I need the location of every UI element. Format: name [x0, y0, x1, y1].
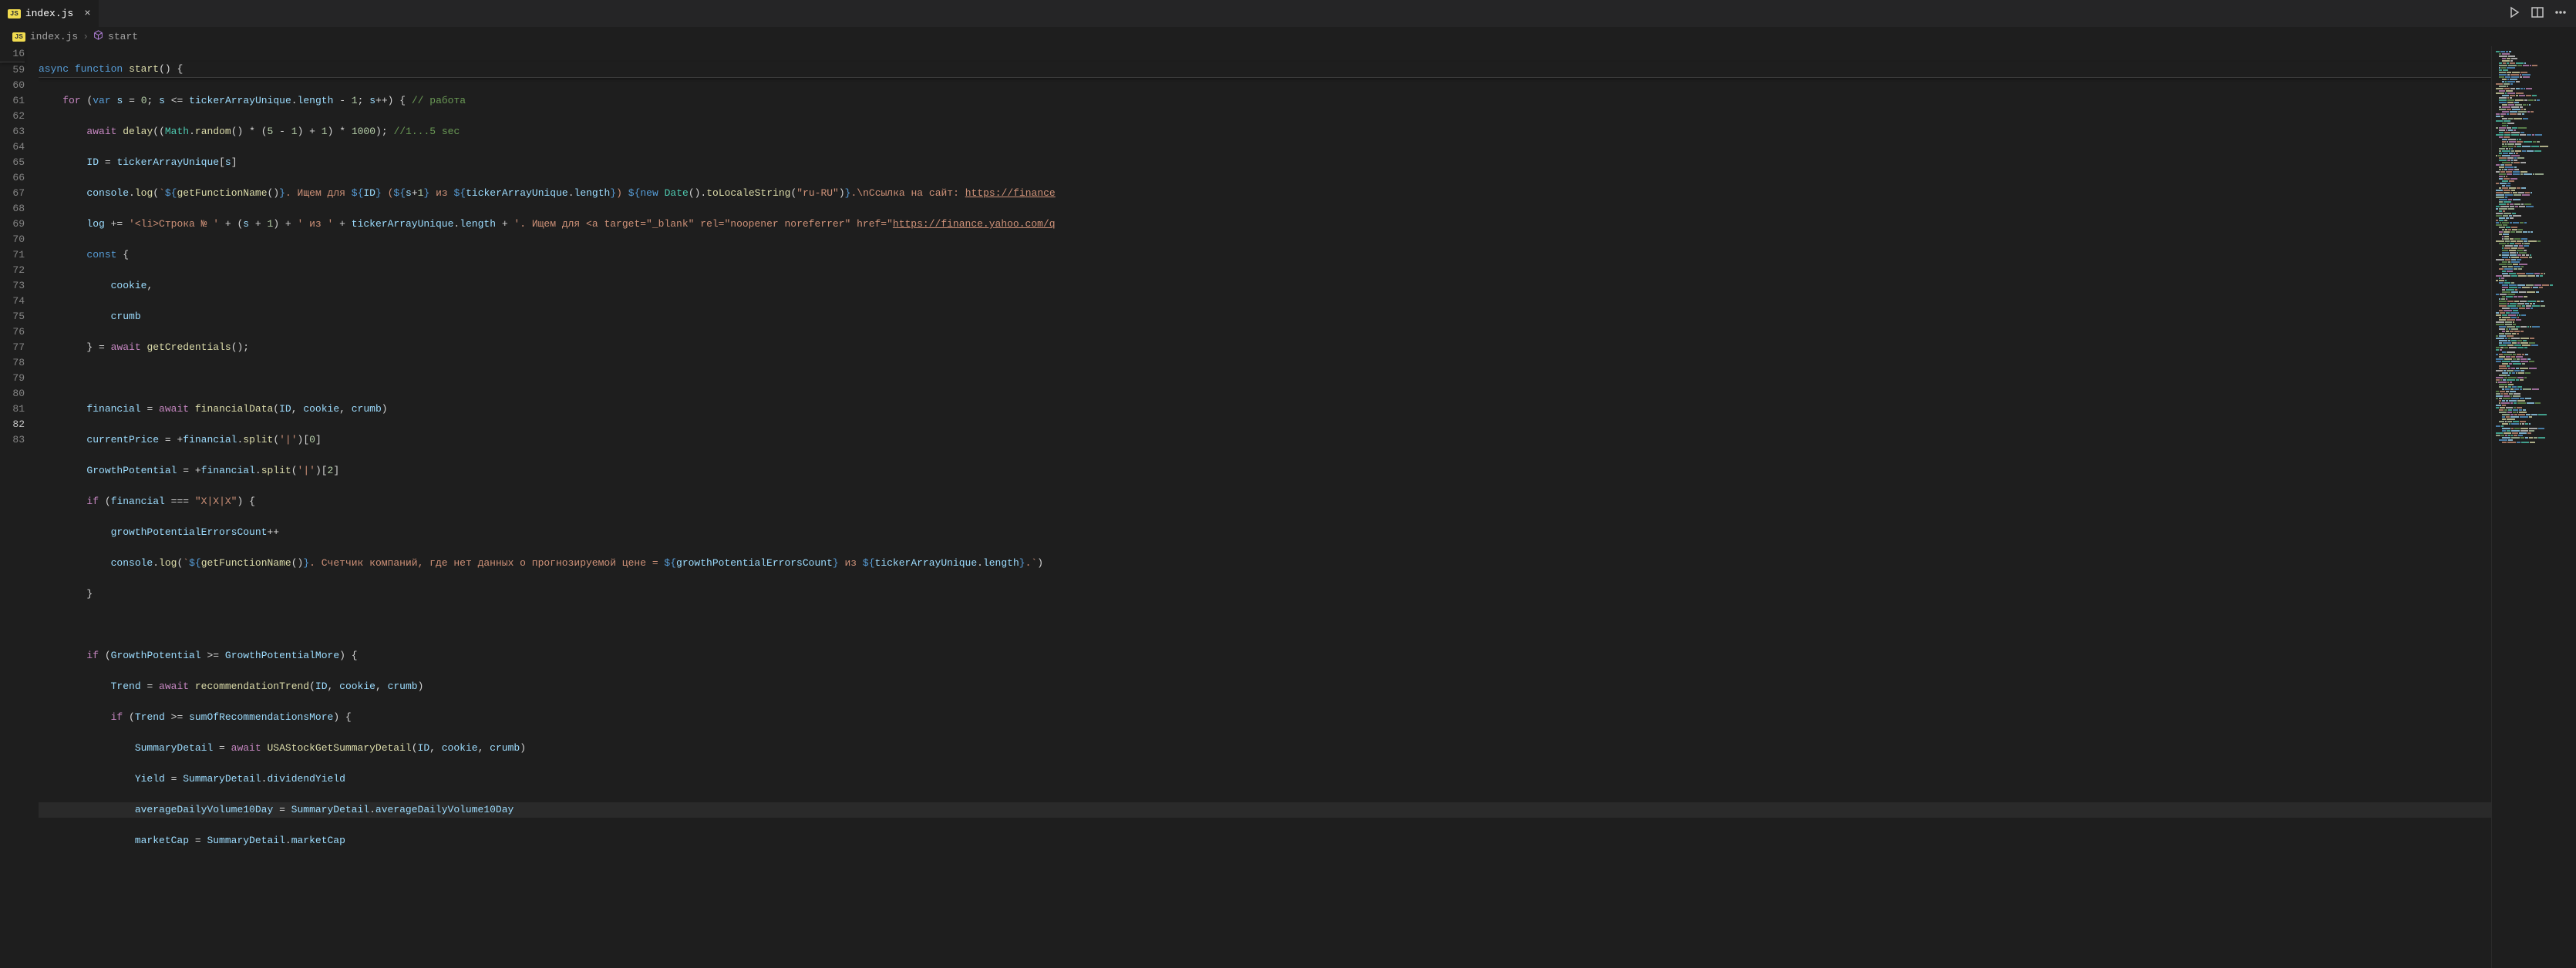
editor-actions: [2508, 6, 2576, 22]
code-line: if (Trend >= sumOfRecommendationsMore) {: [39, 710, 2491, 725]
breadcrumb-symbol[interactable]: start: [108, 31, 138, 42]
code-line: GrowthPotential = +financial.split('|')[…: [39, 463, 2491, 479]
code-line: const {: [39, 247, 2491, 263]
tab-label: index.js: [25, 8, 73, 19]
code-line: }: [39, 587, 2491, 602]
js-icon: JS: [12, 32, 25, 42]
code-line: [39, 371, 2491, 386]
code-line: crumb: [39, 309, 2491, 324]
code-line: } = await getCredentials();: [39, 340, 2491, 355]
code-line: if (financial === "X|X|X") {: [39, 494, 2491, 509]
close-icon[interactable]: ×: [84, 8, 90, 20]
code-line: [39, 617, 2491, 633]
code-line: log += '<li>Строка № ' + (s + 1) + ' из …: [39, 217, 2491, 232]
breadcrumb-file[interactable]: index.js: [30, 31, 78, 42]
js-icon: JS: [8, 9, 21, 18]
line-numbers: 16 596061 626364 656667 686970 717273 74…: [0, 46, 39, 968]
code-content[interactable]: async function start() { for (var s = 0;…: [39, 46, 2491, 968]
code-line: await delay((Math.random() * (5 - 1) + 1…: [39, 124, 2491, 139]
code-line: async function start() {: [39, 62, 2491, 77]
more-icon[interactable]: [2554, 6, 2567, 22]
code-line: marketCap = SummaryDetail.marketCap: [39, 833, 2491, 849]
symbol-icon: [93, 30, 103, 43]
code-line: SummaryDetail = await USAStockGetSummary…: [39, 741, 2491, 756]
tab-bar: JS index.js ×: [0, 0, 2576, 27]
code-line: Yield = SummaryDetail.dividendYield: [39, 771, 2491, 787]
code-line: currentPrice = +financial.split('|')[0]: [39, 432, 2491, 448]
code-line: console.log(`${getFunctionName()}. Ищем …: [39, 186, 2491, 201]
breadcrumb[interactable]: JS index.js › start: [0, 27, 2576, 46]
run-icon[interactable]: [2508, 6, 2520, 22]
code-line: if (GrowthPotential >= GrowthPotentialMo…: [39, 648, 2491, 664]
code-line: cookie,: [39, 278, 2491, 294]
code-line: averageDailyVolume10Day = SummaryDetail.…: [39, 802, 2491, 818]
editor[interactable]: 16 596061 626364 656667 686970 717273 74…: [0, 46, 2576, 968]
code-line: growthPotentialErrorsCount++: [39, 525, 2491, 540]
code-line: financial = await financialData(ID, cook…: [39, 402, 2491, 417]
code-line: Trend = await recommendationTrend(ID, co…: [39, 679, 2491, 694]
code-line: console.log(`${getFunctionName()}. Счетч…: [39, 556, 2491, 571]
code-line: ID = tickerArrayUnique[s]: [39, 155, 2491, 170]
chevron-right-icon: ›: [82, 31, 89, 42]
tab-index-js[interactable]: JS index.js ×: [0, 0, 99, 27]
code-line: for (var s = 0; s <= tickerArrayUnique.l…: [39, 93, 2491, 109]
minimap[interactable]: [2491, 46, 2576, 968]
split-editor-icon[interactable]: [2531, 6, 2544, 22]
